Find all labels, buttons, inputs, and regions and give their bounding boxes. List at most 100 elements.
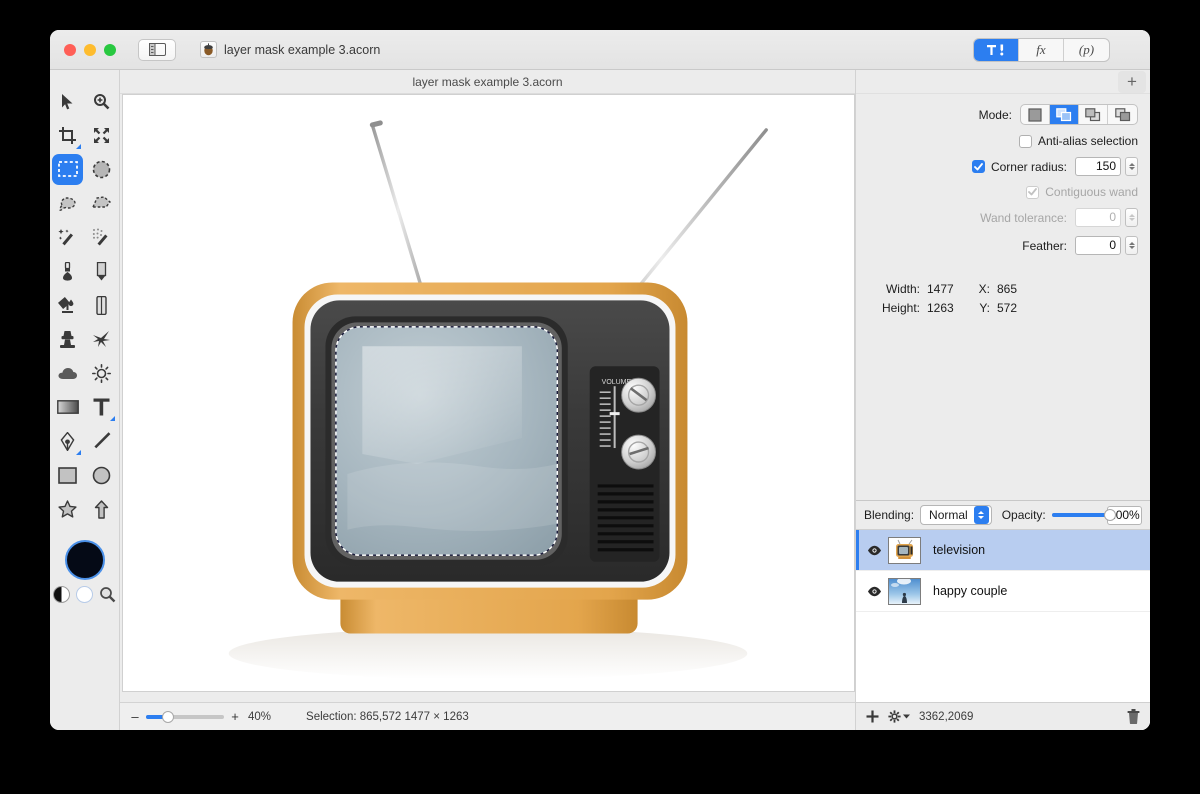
opacity-slider[interactable] — [1051, 509, 1116, 521]
zoom-in-button[interactable]: + — [230, 709, 240, 724]
wand-tolerance-row: Wand tolerance: 0 — [864, 208, 1138, 227]
height-value: 1263 — [927, 301, 954, 315]
blending-mode-popup[interactable]: Normal — [920, 505, 992, 525]
layer-visibility-toggle[interactable] — [864, 586, 884, 597]
foreground-color-well[interactable] — [64, 540, 105, 580]
tab-tools-inspector[interactable] — [974, 39, 1019, 61]
lasso-tool[interactable] — [52, 188, 83, 219]
television-image: VOLUME — [228, 120, 768, 680]
crop-tool[interactable] — [52, 120, 83, 151]
selection-tool-options: Mode: Anti-alias selection Corner radius… — [856, 94, 1150, 264]
smudge-tool[interactable] — [86, 324, 117, 355]
arrow-shape-tool[interactable] — [86, 494, 117, 525]
polygon-lasso-icon — [92, 196, 111, 208]
gradient-tool[interactable] — [52, 392, 83, 423]
anti-alias-checkbox[interactable] — [1018, 134, 1032, 148]
opacity-slider-knob[interactable] — [1103, 509, 1116, 521]
polygon-lasso-tool[interactable] — [86, 188, 117, 219]
zoom-tool[interactable] — [86, 86, 117, 117]
square-shape-icon — [58, 466, 77, 484]
add-inspector-button[interactable]: + — [1118, 71, 1146, 93]
close-window-button[interactable] — [64, 43, 76, 56]
star-shape-icon — [58, 499, 77, 518]
image-canvas[interactable]: VOLUME — [122, 94, 855, 692]
magic-wand-tool[interactable] — [52, 222, 83, 253]
bezier-pen-tool[interactable] — [52, 426, 83, 457]
zoom-window-button[interactable] — [104, 43, 116, 56]
layer-row-television[interactable]: television — [856, 530, 1150, 571]
feather-stepper[interactable] — [1125, 236, 1138, 255]
chevron-down-icon — [903, 714, 910, 719]
mode-subtract-selection[interactable] — [1079, 105, 1108, 124]
zoom-out-button[interactable]: – — [130, 709, 140, 724]
minimize-window-button[interactable] — [84, 43, 96, 56]
swap-colors-button[interactable] — [53, 586, 70, 603]
transform-tool[interactable] — [86, 120, 117, 151]
layer-name-television: television — [933, 543, 986, 557]
pencil-tool[interactable] — [86, 256, 117, 287]
paint-bucket-tool[interactable] — [52, 290, 83, 321]
sidebar-toggle-button[interactable] — [138, 38, 176, 61]
zoom-slider[interactable] — [146, 710, 224, 723]
color-well-controls — [50, 586, 119, 603]
status-bar: – + 40% Selection: 865,572 1477 × 1263 — [120, 702, 855, 730]
width-value: 1477 — [927, 282, 954, 296]
document-tab-strip[interactable]: layer mask example 3.acorn — [120, 70, 855, 94]
selection-mode-segmented-control[interactable] — [1020, 104, 1138, 125]
ellipse-shape-tool[interactable] — [86, 460, 117, 491]
line-icon — [94, 431, 111, 448]
line-tool[interactable] — [86, 426, 117, 457]
tool-options-indicator — [76, 143, 81, 149]
ellipse-marquee-icon — [92, 160, 111, 178]
clone-stamp-tool[interactable] — [52, 324, 83, 355]
clear-color-button[interactable] — [76, 586, 93, 603]
trash-icon[interactable] — [1127, 709, 1140, 724]
tab-filters-inspector[interactable]: fx — [1019, 39, 1064, 61]
layer-row-happy-couple[interactable]: happy couple — [856, 571, 1150, 612]
selection-dimensions: Width: 1477 X: 865 Height: 1263 Y: 572 — [856, 282, 1150, 320]
instant-alpha-tool[interactable] — [86, 222, 117, 253]
dodge-tool[interactable] — [86, 358, 117, 389]
window-title: layer mask example 3.acorn — [224, 42, 381, 57]
canvas-area: VOLUME — [120, 94, 855, 702]
arrow-cursor-icon — [61, 93, 72, 109]
inspector-panel: + Mode: Anti-alias selection Corner radi… — [855, 70, 1150, 730]
happy-couple-thumbnail[interactable] — [888, 577, 921, 605]
elliptical-selection-tool[interactable] — [86, 154, 117, 185]
corner-radius-label: Corner radius: — [990, 159, 1067, 174]
layer-name-happy-couple: happy couple — [933, 584, 1008, 598]
corner-radius-field[interactable]: 150 — [1075, 157, 1121, 176]
mode-new-selection[interactable] — [1021, 105, 1050, 124]
rectangle-shape-tool[interactable] — [52, 460, 83, 491]
color-picker-magnifier-icon[interactable] — [99, 586, 116, 603]
zoom-control[interactable]: – + 40% — [130, 709, 271, 724]
arrow-shape-icon — [94, 499, 109, 519]
blur-tool[interactable] — [52, 358, 83, 389]
television-thumbnail[interactable] — [888, 536, 921, 564]
main-content-row: layer mask example 3.acorn VOLUME – + 40… — [50, 70, 1150, 730]
sparkle-wand-icon — [92, 228, 108, 246]
blending-label: Blending: — [864, 508, 915, 522]
star-shape-tool[interactable] — [52, 494, 83, 525]
feather-field[interactable]: 0 — [1075, 236, 1121, 255]
plus-icon[interactable] — [866, 710, 879, 723]
rectangular-selection-tool[interactable] — [52, 153, 83, 185]
feather-row: Feather: 0 — [864, 236, 1138, 255]
mode-add-selection[interactable] — [1050, 105, 1079, 124]
y-label: Y: — [979, 301, 990, 315]
opacity-label: Opacity: — [1001, 508, 1046, 522]
move-tool[interactable] — [52, 86, 83, 117]
tab-palette-inspector[interactable]: (p) — [1064, 39, 1109, 61]
corner-radius-checkbox[interactable] — [971, 160, 985, 173]
eraser-tool[interactable] — [86, 290, 117, 321]
mode-intersect-selection[interactable] — [1108, 105, 1137, 124]
inspector-segmented-control[interactable]: fx (p) — [973, 38, 1110, 62]
wand-tolerance-field: 0 — [1075, 208, 1121, 227]
brush-tool[interactable] — [52, 256, 83, 287]
layer-visibility-toggle[interactable] — [864, 545, 884, 556]
inspector-header: + — [856, 70, 1150, 94]
layer-settings-menu[interactable] — [888, 710, 910, 723]
zoom-slider-knob[interactable] — [162, 710, 174, 723]
corner-radius-stepper[interactable] — [1125, 157, 1138, 176]
text-tool[interactable] — [86, 392, 117, 423]
